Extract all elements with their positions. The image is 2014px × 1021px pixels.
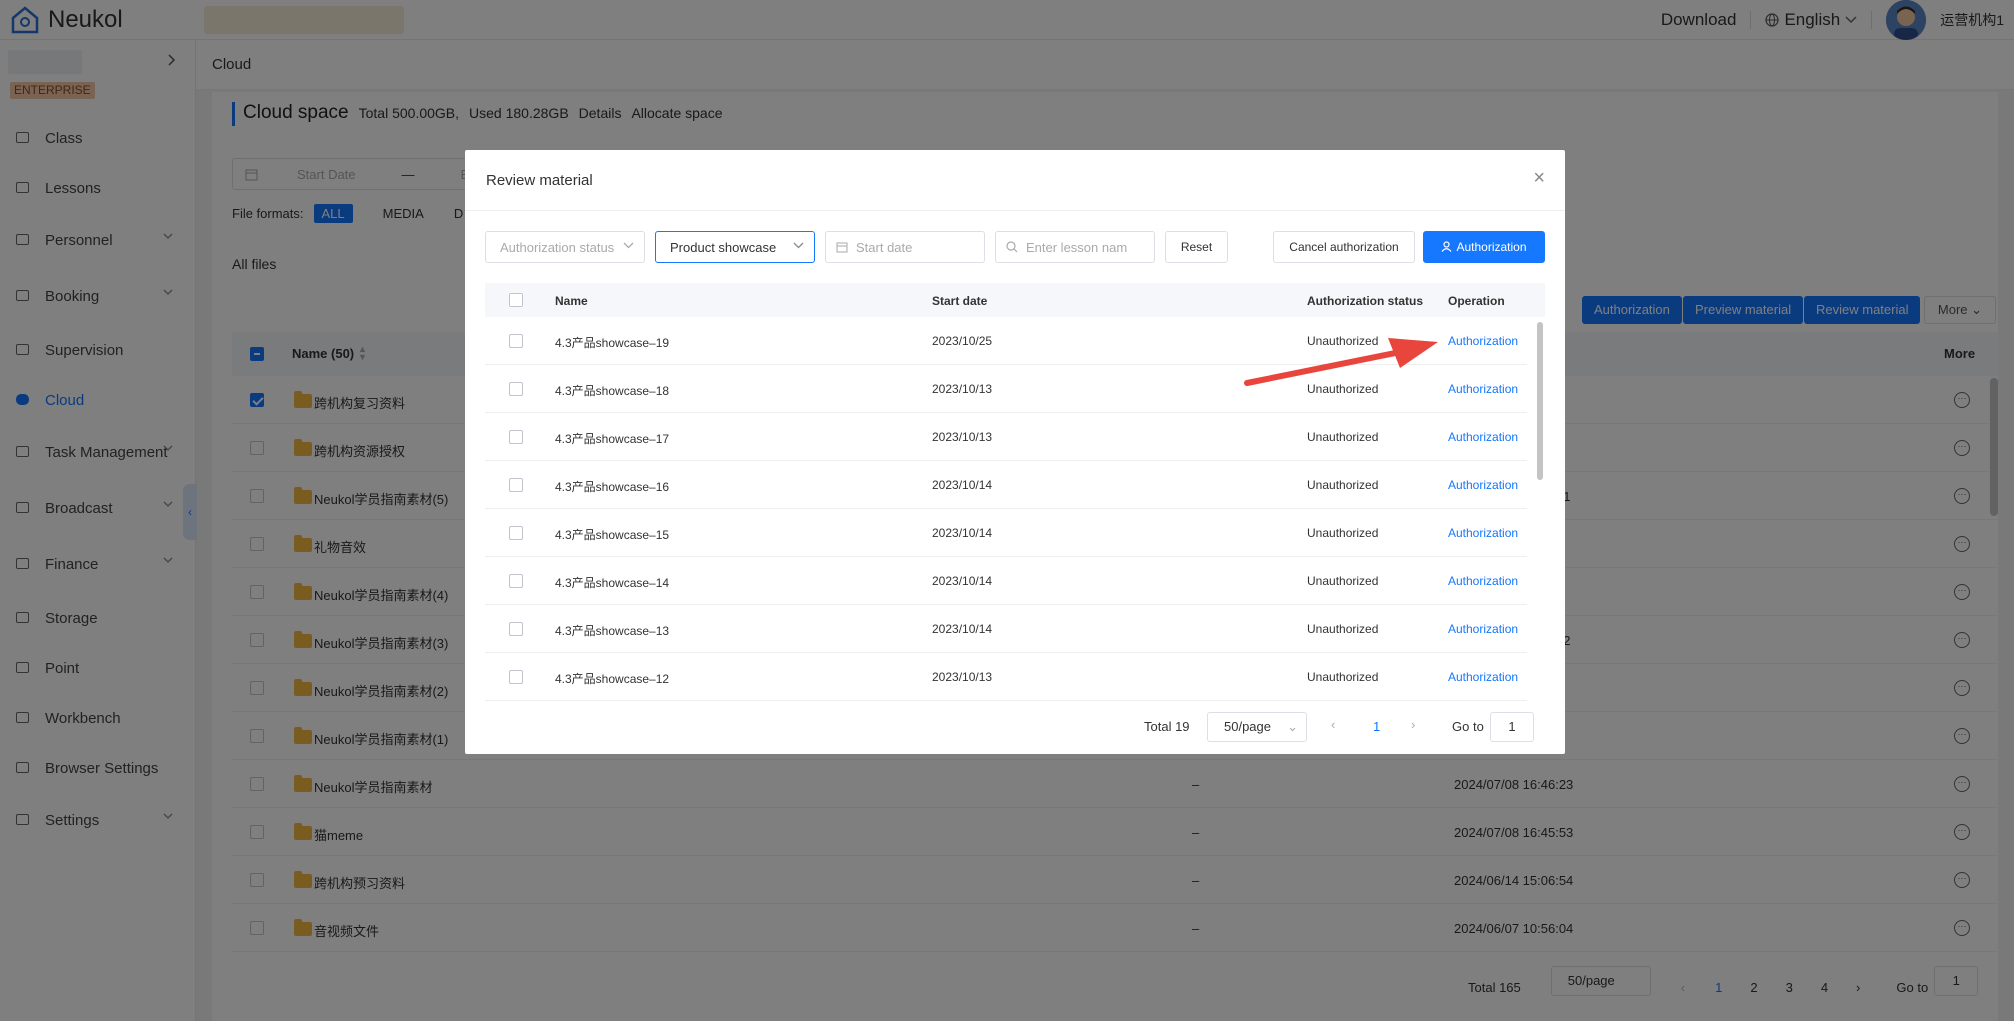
authorization-status: Unauthorized bbox=[1307, 670, 1379, 684]
material-row[interactable]: 4.3产品showcase–13 2023/10/14 Unauthorized Au… bbox=[485, 605, 1527, 653]
name-column-header: Name bbox=[555, 294, 588, 308]
divider bbox=[465, 210, 1565, 211]
dialog-page-size-select[interactable]: 50/page ⌄ bbox=[1207, 712, 1307, 742]
row-checkbox[interactable] bbox=[509, 574, 523, 588]
row-checkbox[interactable] bbox=[509, 430, 523, 444]
chevron-down-icon: ⌄ bbox=[1287, 719, 1298, 734]
authorization-status: Unauthorized bbox=[1307, 430, 1379, 444]
material-start-date: 2023/10/14 bbox=[932, 526, 993, 540]
material-start-date: 2023/10/14 bbox=[932, 622, 993, 636]
authorization-status: Unauthorized bbox=[1307, 622, 1379, 636]
material-name: 4.3产品showcase–16 bbox=[555, 480, 670, 494]
row-authorization-link[interactable]: Authorization bbox=[1448, 382, 1518, 396]
select-all-checkbox[interactable] bbox=[509, 293, 523, 307]
authorization-status: Unauthorized bbox=[1307, 526, 1379, 540]
search-icon bbox=[1006, 241, 1018, 253]
authorization-status-select[interactable]: Authorization status bbox=[485, 231, 645, 263]
material-row[interactable]: 4.3产品showcase–14 2023/10/14 Unauthorized Au… bbox=[485, 557, 1527, 605]
annotation-arrow-icon bbox=[1244, 338, 1438, 386]
row-authorization-link[interactable]: Authorization bbox=[1448, 574, 1518, 588]
close-icon[interactable]: × bbox=[1533, 168, 1545, 188]
material-table-header: Name Start date Authorization status Ope… bbox=[485, 283, 1545, 317]
goto-input[interactable]: 1 bbox=[1490, 712, 1534, 742]
row-authorization-link[interactable]: Authorization bbox=[1448, 430, 1518, 444]
material-name: 4.3产品showcase–14 bbox=[555, 576, 670, 590]
material-name: 4.3产品showcase–19 bbox=[555, 336, 670, 350]
type-value: Product showcase bbox=[670, 239, 777, 255]
material-start-date: 2023/10/14 bbox=[932, 478, 993, 492]
material-start-date: 2023/10/14 bbox=[932, 574, 993, 588]
row-checkbox[interactable] bbox=[509, 382, 523, 396]
material-name: 4.3产品showcase–15 bbox=[555, 528, 670, 542]
page-size-label: 50/page bbox=[1224, 719, 1271, 734]
next-page-icon[interactable]: › bbox=[1411, 717, 1415, 732]
authorization-status: Unauthorized bbox=[1307, 574, 1379, 588]
start-date-column-header: Start date bbox=[932, 294, 988, 308]
chevron-down-icon bbox=[793, 242, 804, 249]
material-row[interactable]: 4.3产品showcase–16 2023/10/14 Unauthorized Au… bbox=[485, 461, 1527, 509]
status-column-header: Authorization status bbox=[1307, 294, 1423, 308]
material-name: 4.3产品showcase–18 bbox=[555, 384, 670, 398]
authorization-status: Unauthorized bbox=[1307, 478, 1379, 492]
row-authorization-link[interactable]: Authorization bbox=[1448, 526, 1518, 540]
material-type-select[interactable]: Product showcase bbox=[655, 231, 815, 263]
lesson-search-input[interactable]: Enter lesson nam bbox=[995, 231, 1155, 263]
material-name: 4.3产品showcase–17 bbox=[555, 432, 670, 446]
material-row[interactable]: 4.3产品showcase–12 2023/10/13 Unauthorized Au… bbox=[485, 653, 1527, 701]
dialog-scrollbar[interactable] bbox=[1537, 322, 1543, 480]
start-date-placeholder: Start date bbox=[856, 239, 913, 255]
status-placeholder: Authorization status bbox=[500, 239, 615, 255]
material-name: 4.3产品showcase–13 bbox=[555, 624, 670, 638]
row-authorization-link[interactable]: Authorization bbox=[1448, 670, 1518, 684]
goto-label: Go to bbox=[1452, 719, 1484, 734]
row-checkbox[interactable] bbox=[509, 526, 523, 540]
calendar-icon bbox=[836, 242, 848, 253]
review-material-dialog: Review material × Authorization status P… bbox=[465, 150, 1565, 754]
row-authorization-link[interactable]: Authorization bbox=[1448, 334, 1518, 348]
current-page[interactable]: 1 bbox=[1373, 719, 1380, 734]
material-row[interactable]: 4.3产品showcase–15 2023/10/14 Unauthorized Au… bbox=[485, 509, 1527, 557]
material-start-date: 2023/10/25 bbox=[932, 334, 993, 348]
dialog-total-count: Total 19 bbox=[1144, 719, 1190, 734]
search-placeholder: Enter lesson nam bbox=[1026, 239, 1128, 255]
authorization-button[interactable]: Authorization bbox=[1423, 231, 1545, 263]
row-checkbox[interactable] bbox=[509, 334, 523, 348]
dialog-title: Review material bbox=[486, 172, 593, 189]
row-checkbox[interactable] bbox=[509, 670, 523, 684]
row-checkbox[interactable] bbox=[509, 622, 523, 636]
material-start-date: 2023/10/13 bbox=[932, 382, 993, 396]
material-name: 4.3产品showcase–12 bbox=[555, 672, 670, 686]
chevron-down-icon bbox=[623, 242, 634, 249]
row-checkbox[interactable] bbox=[509, 478, 523, 492]
operation-column-header: Operation bbox=[1448, 294, 1505, 308]
row-authorization-link[interactable]: Authorization bbox=[1448, 478, 1518, 492]
reset-button[interactable]: Reset bbox=[1165, 231, 1228, 263]
material-start-date: 2023/10/13 bbox=[932, 670, 993, 684]
prev-page-icon[interactable]: ‹ bbox=[1331, 717, 1335, 732]
material-start-date: 2023/10/13 bbox=[932, 430, 993, 444]
user-icon bbox=[1442, 241, 1452, 252]
row-authorization-link[interactable]: Authorization bbox=[1448, 622, 1518, 636]
start-date-picker[interactable]: Start date bbox=[825, 231, 985, 263]
cancel-authorization-button[interactable]: Cancel authorization bbox=[1273, 231, 1415, 263]
authorization-label: Authorization bbox=[1456, 240, 1527, 254]
material-row[interactable]: 4.3产品showcase–17 2023/10/13 Unauthorized Au… bbox=[485, 413, 1527, 461]
